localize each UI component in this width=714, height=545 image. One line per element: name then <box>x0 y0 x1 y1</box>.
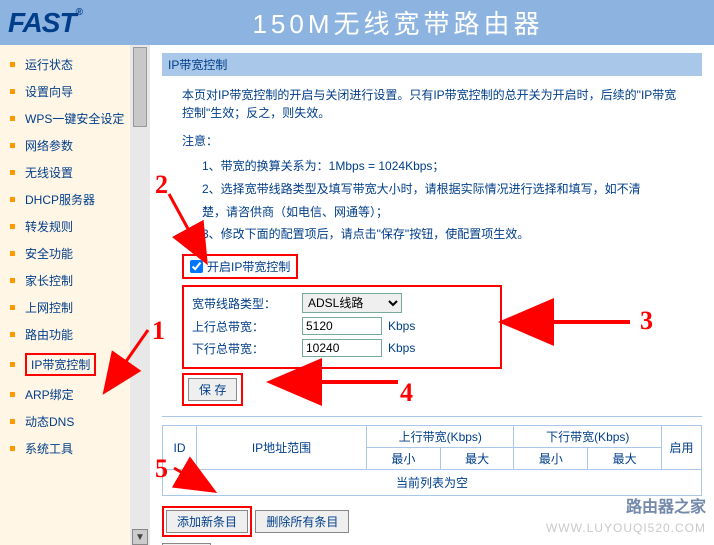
description: 本页对IP带宽控制的开启与关闭进行设置。只有IP带宽控制的总开关为开启时，后续的… <box>162 76 702 132</box>
sidebar-item-11[interactable]: IP带宽控制 <box>10 348 130 381</box>
th-down: 下行带宽(Kbps) <box>514 426 662 448</box>
downstream-label: 下行总带宽： <box>192 340 302 357</box>
unit-label: Kbps <box>388 341 415 355</box>
sidebar-item-label: 无线设置 <box>25 164 73 181</box>
sidebar-item-label: 路由功能 <box>25 326 73 343</box>
sidebar-item-10[interactable]: 路由功能 <box>10 321 130 348</box>
bandwidth-table: ID IP地址范围 上行带宽(Kbps) 下行带宽(Kbps) 启用 最小 最大… <box>162 425 702 496</box>
scrollbar-down-arrow[interactable]: ▼ <box>132 529 148 545</box>
bullet-icon <box>10 332 15 337</box>
note-title: 注意： <box>162 132 702 149</box>
sidebar-item-0[interactable]: 运行状态 <box>10 51 130 78</box>
logo: FAST® <box>0 7 82 39</box>
bullet-icon <box>10 143 15 148</box>
sidebar-item-3[interactable]: 网络参数 <box>10 132 130 159</box>
sidebar-item-9[interactable]: 上网控制 <box>10 294 130 321</box>
sidebar-item-label: ARP绑定 <box>25 386 74 403</box>
th-id: ID <box>163 426 197 470</box>
sidebar-item-7[interactable]: 安全功能 <box>10 240 130 267</box>
sidebar-item-label: 设置向导 <box>25 83 73 100</box>
bullet-icon <box>10 116 15 121</box>
enable-ip-bandwidth-checkbox[interactable]: 开启IP带宽控制 <box>182 254 298 279</box>
sidebar-item-13[interactable]: 动态DNS <box>10 408 130 435</box>
bullet-icon <box>10 224 15 229</box>
bullet-icon <box>10 305 15 310</box>
th-min: 最小 <box>367 448 441 470</box>
bullet-icon <box>10 197 15 202</box>
th-enable: 启用 <box>662 426 702 470</box>
sidebar-item-label: IP带宽控制 <box>25 353 96 376</box>
delete-all-button[interactable]: 删除所有条目 <box>255 510 349 533</box>
note-line: 2、选择宽带线路类型及填写带宽大小时，请根据实际情况进行选择和填写，如不清楚，请… <box>202 178 662 224</box>
downstream-input[interactable] <box>302 339 382 357</box>
bullet-icon <box>10 419 15 424</box>
upstream-label: 上行总带宽： <box>192 318 302 335</box>
panel-title: IP带宽控制 <box>162 53 702 76</box>
note-line: 3、修改下面的配置项后，请点击"保存"按钮，使配置项生效。 <box>202 223 662 246</box>
enable-label: 开启IP带宽控制 <box>207 258 290 275</box>
sidebar-item-label: 运行状态 <box>25 56 73 73</box>
scrollbar-thumb[interactable] <box>133 47 147 127</box>
sidebar-item-label: 网络参数 <box>25 137 73 154</box>
main-panel: IP带宽控制 本页对IP带宽控制的开启与关闭进行设置。只有IP带宽控制的总开关为… <box>150 45 714 545</box>
bullet-icon <box>10 446 15 451</box>
save-button-highlight: 保 存 <box>182 373 243 406</box>
enable-checkbox[interactable] <box>190 260 203 273</box>
sidebar-item-label: 系统工具 <box>25 440 73 457</box>
sidebar-item-6[interactable]: 转发规则 <box>10 213 130 240</box>
sidebar-item-label: DHCP服务器 <box>25 191 95 208</box>
note-line: 1、带宽的换算关系为：1Mbps = 1024Kbps； <box>202 155 662 178</box>
sidebar-item-label: WPS一键安全设定 <box>25 110 124 127</box>
line-type-select[interactable]: ADSL线路 <box>302 293 402 313</box>
th-up: 上行带宽(Kbps) <box>367 426 514 448</box>
bullet-icon <box>10 89 15 94</box>
sidebar-item-label: 转发规则 <box>25 218 73 235</box>
note-list: 1、带宽的换算关系为：1Mbps = 1024Kbps；2、选择宽带线路类型及填… <box>162 155 702 246</box>
sidebar-item-12[interactable]: ARP绑定 <box>10 381 130 408</box>
save-button[interactable]: 保 存 <box>188 378 237 401</box>
sidebar-item-label: 上网控制 <box>25 299 73 316</box>
upstream-input[interactable] <box>302 317 382 335</box>
bullet-icon <box>10 362 15 367</box>
th-min: 最小 <box>514 448 588 470</box>
sidebar-item-5[interactable]: DHCP服务器 <box>10 186 130 213</box>
line-type-label: 宽带线路类型： <box>192 295 302 312</box>
sidebar-item-4[interactable]: 无线设置 <box>10 159 130 186</box>
th-max: 最大 <box>440 448 514 470</box>
bullet-icon <box>10 62 15 67</box>
add-entry-button[interactable]: 添加新条目 <box>166 510 248 533</box>
sidebar-item-2[interactable]: WPS一键安全设定 <box>10 105 130 132</box>
sidebar-item-label: 家长控制 <box>25 272 73 289</box>
sidebar-item-1[interactable]: 设置向导 <box>10 78 130 105</box>
bullet-icon <box>10 278 15 283</box>
sidebar-item-14[interactable]: 系统工具 <box>10 435 130 462</box>
th-range: IP地址范围 <box>197 426 367 470</box>
sidebar-item-label: 安全功能 <box>25 245 73 262</box>
bullet-icon <box>10 170 15 175</box>
sidebar-scrollbar[interactable]: ▼ <box>130 45 150 545</box>
th-max: 最大 <box>588 448 662 470</box>
unit-label: Kbps <box>388 319 415 333</box>
header-title: 150M无线宽带路由器 <box>82 4 714 41</box>
header: FAST® 150M无线宽带路由器 <box>0 0 714 45</box>
sidebar-item-8[interactable]: 家长控制 <box>10 267 130 294</box>
bullet-icon <box>10 251 15 256</box>
add-button-highlight: 添加新条目 <box>162 506 252 537</box>
sidebar-item-label: 动态DNS <box>25 413 74 430</box>
table-empty: 当前列表为空 <box>163 470 702 496</box>
config-section: 宽带线路类型： ADSL线路 上行总带宽： Kbps 下行总带宽： Kbps <box>182 285 502 369</box>
sidebar: 运行状态设置向导 WPS一键安全设定网络参数无线设置 DHCP服务器转发规则安全功能… <box>0 45 130 545</box>
bullet-icon <box>10 392 15 397</box>
